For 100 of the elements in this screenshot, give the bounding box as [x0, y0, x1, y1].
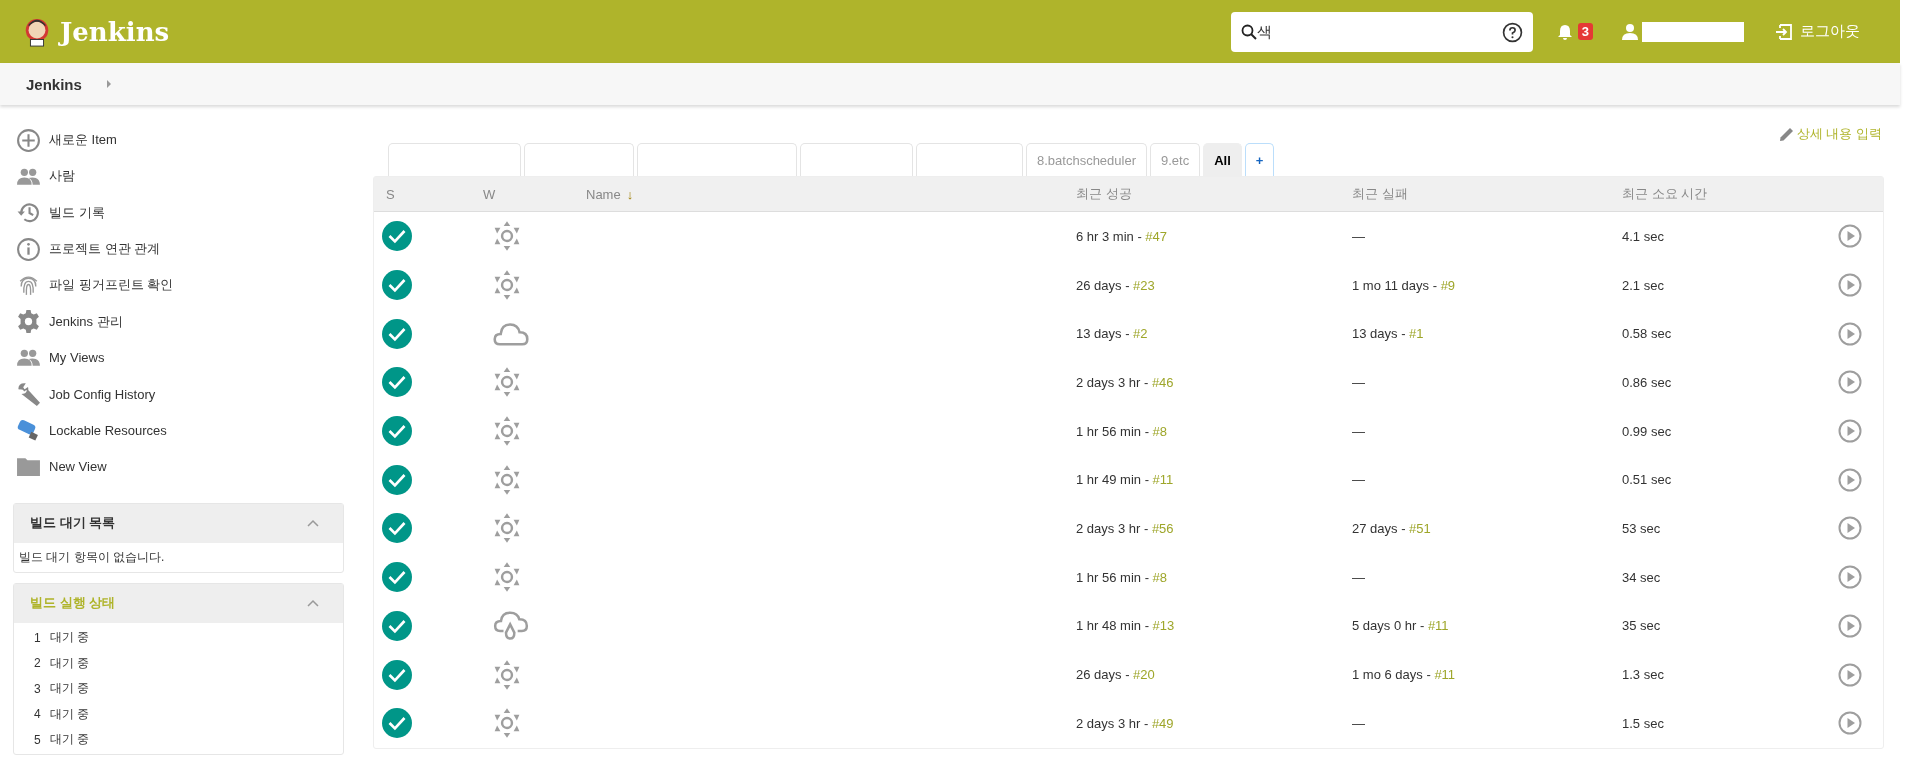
last-success-cell: 6 hr 3 min - #47 [1076, 228, 1168, 244]
duration-cell: 0.99 sec [1622, 423, 1672, 439]
build-link[interactable]: #8 [1152, 569, 1168, 585]
column-header[interactable]: W [483, 186, 496, 202]
notification-count[interactable]: 3 [1577, 23, 1593, 40]
panel-title-link[interactable]: 빌드 실행 상태 [30, 594, 116, 613]
last-failure-cell: 1 mo 6 days - #11 [1352, 667, 1456, 683]
last-failure-cell: 27 days - #51 [1352, 520, 1431, 536]
add-view-tab[interactable]: + [1244, 143, 1275, 176]
build-link[interactable]: #49 [1151, 715, 1174, 731]
last-success-cell: 2 days 3 hr - #46 [1076, 374, 1174, 390]
last-success-cell: 26 days - #20 [1076, 667, 1155, 683]
executor-number: 3 [34, 681, 41, 696]
sidebar-link[interactable]: 프로젝트 연관 관계 [49, 240, 161, 259]
duration-cell: 4.1 sec [1622, 228, 1664, 244]
build-link[interactable]: #11 [1434, 667, 1456, 683]
build-link[interactable]: #47 [1145, 228, 1168, 244]
play-icon[interactable] [1838, 711, 1862, 736]
build-link[interactable]: #13 [1152, 618, 1175, 634]
breadcrumb-link[interactable]: Jenkins [26, 75, 82, 93]
executor-status: 대기 중 [49, 629, 90, 647]
executor-status: 대기 중 [49, 680, 90, 698]
sidebar-link[interactable]: Jenkins 관리 [49, 312, 123, 331]
duration-cell: 2.1 sec [1622, 277, 1664, 293]
sort-arrow[interactable]: ↓ [626, 186, 634, 202]
last-success-cell: 13 days - #2 [1076, 326, 1148, 342]
build-link[interactable]: #20 [1133, 667, 1155, 683]
column-header[interactable]: 최근 소요 시간 [1622, 185, 1708, 203]
build-link[interactable]: #9 [1440, 277, 1456, 293]
duration-cell: 1.3 sec [1622, 667, 1664, 683]
duration-cell: 53 sec [1622, 520, 1661, 536]
duration-cell: 35 sec [1622, 618, 1661, 634]
view-tab[interactable]: All [1203, 143, 1242, 176]
build-link[interactable]: #11 [1427, 618, 1449, 634]
sidebar-link[interactable]: 파일 핑거프린트 확인 [49, 276, 174, 295]
sidebar-link[interactable]: 빌드 기록 [49, 203, 105, 222]
logo-text[interactable]: Jenkins [60, 16, 170, 47]
play-icon[interactable] [1838, 273, 1862, 298]
last-failure-cell: — [1352, 472, 1365, 488]
build-link[interactable]: #46 [1151, 374, 1174, 390]
wrench-icon[interactable] [16, 381, 41, 407]
sidebar-link[interactable]: Lockable Resources [49, 423, 167, 438]
last-failure-cell: — [1352, 569, 1365, 585]
play-icon[interactable] [1838, 565, 1862, 590]
play-icon[interactable] [1838, 224, 1862, 249]
last-failure-cell: — [1352, 228, 1365, 244]
play-icon[interactable] [1838, 467, 1862, 492]
duration-cell: 1.5 sec [1622, 715, 1664, 731]
play-icon[interactable] [1838, 321, 1862, 346]
collapse-icon[interactable] [307, 519, 319, 528]
settings-icon[interactable] [16, 309, 41, 335]
sidebar-link[interactable]: My Views [49, 350, 105, 366]
sidebar-link[interactable]: Job Config History [49, 386, 156, 402]
last-success-cell: 1 hr 56 min - #8 [1076, 569, 1168, 585]
play-icon[interactable] [1838, 613, 1862, 638]
executor-status: 대기 중 [49, 705, 90, 723]
usb-stick-icon[interactable] [16, 418, 41, 443]
plus-circle-icon[interactable] [16, 127, 41, 153]
logout-button[interactable]: 로그아웃 [1770, 17, 1864, 46]
last-success-cell: 1 hr 49 min - #11 [1076, 472, 1174, 488]
view-tab[interactable]: 8.batchscheduler [1026, 143, 1147, 176]
view-tab[interactable]: 9.etc [1150, 143, 1201, 176]
play-icon[interactable] [1838, 419, 1862, 444]
sidebar-link[interactable]: New View [49, 459, 107, 475]
play-icon[interactable] [1838, 516, 1862, 541]
search-field[interactable]: 색 [1230, 11, 1533, 52]
edit-description-link[interactable]: 상세 내용 입력 [1778, 125, 1882, 143]
executor-number: 5 [34, 732, 41, 747]
build-link[interactable]: #1 [1409, 326, 1424, 342]
column-header[interactable]: 최근 성공 [1076, 185, 1132, 203]
panel-title: 빌드 대기 목록 [30, 514, 116, 533]
executor-status: 대기 중 [49, 654, 90, 672]
column-header[interactable]: Name [586, 186, 621, 202]
last-success-cell: 26 days - #23 [1076, 277, 1155, 293]
pencil-icon [1778, 126, 1795, 142]
caret-icon[interactable] [105, 80, 112, 88]
last-failure-cell: — [1352, 423, 1365, 439]
queue-empty-message: 빌드 대기 항목이 없습니다. [18, 548, 166, 566]
help-icon[interactable] [1501, 21, 1523, 43]
build-link[interactable]: #11 [1152, 472, 1174, 488]
column-header[interactable]: S [386, 186, 395, 202]
executor-number: 4 [34, 707, 41, 722]
play-icon[interactable] [1838, 370, 1862, 395]
build-link[interactable]: #51 [1409, 520, 1431, 536]
column-header[interactable]: 최근 실패 [1352, 185, 1408, 203]
play-icon[interactable] [1838, 662, 1862, 687]
logout-icon [1774, 21, 1794, 42]
sidebar-link[interactable]: 사람 [49, 167, 75, 186]
last-success-cell: 2 days 3 hr - #49 [1076, 715, 1174, 731]
collapse-icon[interactable] [307, 599, 319, 608]
build-link[interactable]: #2 [1133, 326, 1148, 342]
sidebar-link[interactable]: 새로운 Item [49, 131, 117, 150]
build-link[interactable]: #23 [1133, 277, 1155, 293]
executor-status: 대기 중 [49, 731, 90, 749]
user-icon[interactable] [1620, 21, 1640, 42]
info-icon[interactable] [16, 236, 41, 262]
last-failure-cell: 1 mo 11 days - #9 [1352, 277, 1456, 293]
build-link[interactable]: #8 [1152, 423, 1168, 439]
last-failure-cell: 13 days - #1 [1352, 326, 1424, 342]
build-link[interactable]: #56 [1151, 520, 1174, 536]
